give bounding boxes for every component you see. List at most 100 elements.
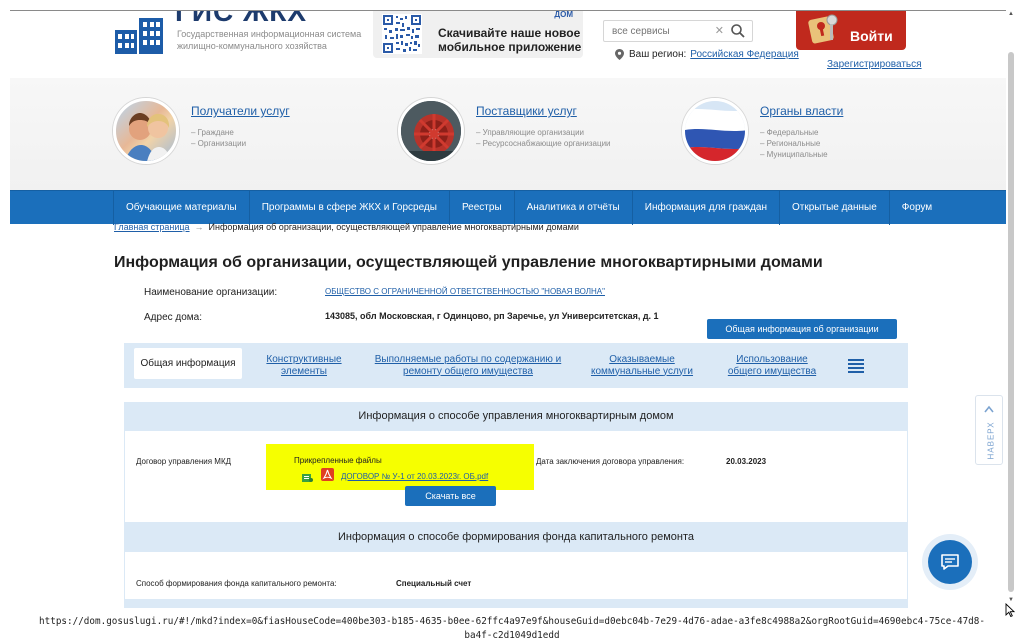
main-nav: Обучающие материалы Программы в сфере ЖК… (10, 190, 1015, 225)
download-all-button[interactable]: Скачать все (405, 486, 496, 506)
login-label: Войти (850, 28, 893, 44)
tab-utilities-line2: коммунальные услуги (590, 365, 694, 377)
region-selector: Ваш регион: Российская Федерация (615, 49, 799, 60)
left-margin (0, 0, 10, 644)
hero-sub-citizens[interactable]: – Граждане (191, 128, 234, 137)
address-label: Адрес дома: (144, 312, 203, 323)
app-banner-tag: ДОМ (554, 10, 573, 19)
section-fund-body (124, 552, 908, 600)
region-label: Ваш регион: (629, 49, 687, 60)
contract-date-label: Дата заключения договора управления: (536, 457, 685, 466)
keys-icon (806, 12, 842, 46)
tab-structural[interactable]: Конструктивные элементы (254, 343, 354, 388)
search-input[interactable] (612, 21, 710, 42)
page-title: Информация об организации, осуществляюще… (114, 254, 823, 271)
vertical-scrollbar[interactable]: ▲ ▼ (1006, 10, 1016, 608)
nav-item-training[interactable]: Обучающие материалы (113, 191, 250, 225)
org-name-label: Наименование организации: (144, 287, 278, 298)
hamburger-menu-icon[interactable] (848, 359, 864, 373)
breadcrumb-arrow-icon: → (194, 222, 204, 232)
nav-item-forum[interactable]: Форум (890, 191, 944, 225)
hero-sub-municipal[interactable]: – Муниципальные (760, 150, 828, 159)
fund-method-value: Специальный счет (396, 579, 472, 588)
scroll-to-top-button[interactable]: НАВЕРХ (975, 395, 1003, 465)
tab-common-line1: Использование (736, 353, 808, 365)
signature-icon[interactable] (302, 470, 313, 482)
scroll-to-top-label: НАВЕРХ (986, 421, 996, 460)
search-icon[interactable] (730, 23, 746, 39)
hero-card-authorities[interactable]: Органы власти – Федеральные – Региональн… (682, 98, 952, 178)
hero-title-providers[interactable]: Поставщики услуг (476, 104, 577, 118)
mobile-app-banner[interactable]: ДОМ Скачивайте наше новое мобильное прил… (373, 10, 583, 58)
hero-sub-federal[interactable]: – Федеральные (760, 128, 819, 137)
tab-general[interactable]: Общая информация (134, 348, 242, 379)
app-banner-text: Скачивайте наше новое мобильное приложен… (438, 26, 581, 54)
section-management-header: Информация о способе управления многоква… (124, 402, 908, 431)
logo-title: ГИС ЖКХ (175, 10, 308, 27)
window-top-border (10, 10, 1016, 11)
org-name-link[interactable]: ОБЩЕСТВО С ОГРАНИЧЕННОЙ ОТВЕТСТВЕННОСТЬЮ… (325, 287, 605, 296)
nav-item-registries[interactable]: Реестры (450, 191, 515, 225)
chat-button[interactable] (928, 540, 972, 584)
breadcrumb-current: Информация об организации, осуществляюще… (208, 222, 579, 232)
pdf-icon[interactable] (321, 468, 334, 481)
app-banner-line2: мобильное приложение (438, 40, 582, 54)
chevron-up-icon (984, 400, 994, 413)
tab-common-line2: общего имущества (727, 365, 817, 377)
scroll-up-arrow-icon[interactable]: ▲ (1008, 11, 1014, 17)
logo-buildings-icon (113, 16, 169, 56)
contract-label: Договор управления МКД (136, 457, 232, 466)
qr-code-icon (382, 14, 422, 54)
breadcrumb-home[interactable]: Главная страница (114, 222, 190, 232)
attached-files-box: Прикрепленные файлы ДОГОВОР № У-1 от 20.… (266, 444, 534, 490)
tab-common-property[interactable]: Использование общего имущества (722, 343, 822, 388)
hero-title-recipients[interactable]: Получатели услуг (191, 104, 290, 118)
tab-works-line1: Выполняемые работы по содержанию и (374, 353, 562, 365)
tab-structural-line1: Конструктивные (266, 353, 342, 365)
tab-works-line2: ремонту общего имущества (403, 365, 533, 377)
hero-sub-regional[interactable]: – Региональные (760, 139, 820, 148)
files-title: Прикрепленные файлы (294, 456, 382, 465)
tab-works[interactable]: Выполняемые работы по содержанию и ремон… (368, 343, 568, 388)
location-pin-icon (615, 49, 624, 60)
hero-title-authorities[interactable]: Органы власти (760, 104, 843, 118)
hero-card-recipients[interactable]: Получатели услуг – Граждане – Организаци… (113, 98, 383, 178)
logo-subtitle: Государственная информационная система ж… (177, 29, 362, 51)
tab-general-label: Общая информация (140, 357, 236, 369)
org-general-info-button[interactable]: Общая информация об организации (707, 319, 897, 339)
scrollbar-thumb[interactable] (1008, 52, 1014, 592)
tab-utilities-line1: Оказываемые (609, 353, 675, 365)
hero-sub-management[interactable]: – Управляющие организации (476, 128, 584, 137)
hero-card-providers[interactable]: Поставщики услуг – Управляющие организац… (398, 98, 668, 178)
fund-method-label: Способ формирования фонда капитального р… (136, 579, 337, 588)
section-fund-header: Информация о способе формирования фонда … (124, 523, 908, 552)
app-banner-line1: Скачивайте наше новое (438, 26, 581, 40)
breadcrumb: Главная страница → Информация об организ… (114, 222, 579, 232)
providers-avatar (398, 98, 464, 164)
tab-utilities[interactable]: Оказываемые коммунальные услуги (584, 343, 700, 388)
register-link[interactable]: Зарегистрироваться (827, 59, 922, 70)
browser-viewport: ГИС ЖКХ Государственная информационная с… (10, 10, 1016, 608)
hero-section: Получатели услуг – Граждане – Организаци… (10, 78, 1015, 190)
address-value: 143085, обл Московская, г Одинцово, рп З… (325, 311, 659, 321)
next-section-header (124, 599, 908, 608)
status-bar-url: https://dom.gosuslugi.ru/#!/mkd?index=0&… (0, 615, 1024, 643)
tabs-bar: Общая информация Конструктивные элементы… (124, 343, 908, 388)
clear-icon[interactable]: ✕ (715, 24, 724, 37)
region-link[interactable]: Российская Федерация (690, 49, 799, 60)
nav-item-citizens-info[interactable]: Информация для граждан (633, 191, 780, 225)
login-button[interactable]: Войти (796, 10, 906, 50)
tab-structural-line2: элементы (280, 365, 327, 377)
chat-icon (941, 554, 959, 570)
contract-file-link[interactable]: ДОГОВОР № У-1 от 20.03.2023г. ОБ.pdf (341, 472, 488, 481)
hero-sub-organizations[interactable]: – Организации (191, 139, 246, 148)
hero-sub-resource[interactable]: – Ресурсоснабжающие организации (476, 139, 611, 148)
nav-item-open-data[interactable]: Открытые данные (780, 191, 890, 225)
site-logo[interactable]: ГИС ЖКХ Государственная информационная с… (113, 10, 373, 60)
recipients-avatar (113, 98, 179, 164)
search-box: ✕ (603, 20, 753, 42)
nav-item-programs[interactable]: Программы в сфере ЖКХ и Горсреды (250, 191, 450, 225)
nav-item-analytics[interactable]: Аналитика и отчёты (515, 191, 633, 225)
contract-date-value: 20.03.2023 (726, 457, 767, 466)
status-url-line2: ba4f-c2d1049d1edd (464, 630, 560, 641)
